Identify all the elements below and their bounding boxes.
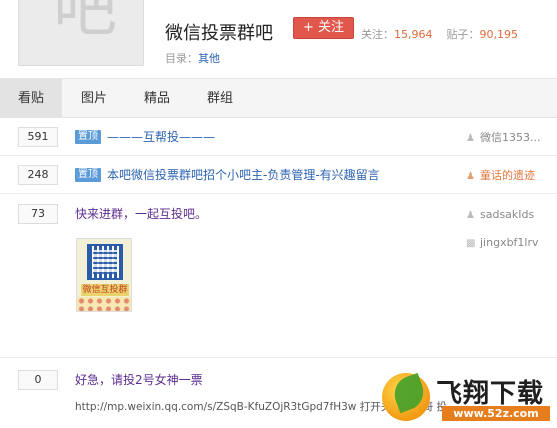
- author-name: 童话的遗迹: [480, 169, 535, 182]
- last-reply-name: jingxbf1lrv: [480, 236, 539, 249]
- pinned-badge: 置顶: [75, 167, 101, 182]
- followers-label: 关注：: [361, 28, 394, 41]
- thread-author[interactable]: ♟ sadsakIds: [466, 208, 534, 221]
- follow-button-label: + 关注: [302, 20, 345, 35]
- user-icon: ♟: [466, 210, 475, 221]
- qr-image-decoration: [77, 297, 131, 311]
- tab-featured[interactable]: 精品: [126, 79, 188, 118]
- posts-count: 90,195: [479, 28, 519, 41]
- forum-directory: 目录：其他: [165, 50, 220, 66]
- thread-title-link[interactable]: 好急，请投2号女神一票: [75, 373, 203, 387]
- posts-label: 贴子：: [446, 28, 480, 41]
- comment-icon: ▩: [466, 238, 476, 249]
- followers-count: 15,964: [394, 28, 433, 41]
- thread-title-link[interactable]: 本吧微信投票群吧招个小吧主-负责管理-有兴趣留言: [107, 168, 380, 182]
- tab-bar: 看贴 图片 精品 群组: [0, 78, 557, 118]
- thread-last-reply[interactable]: ▩ jingxbf1lrv: [466, 236, 539, 249]
- thread-row: 248 置顶 本吧微信投票群吧招个小吧主-负责管理-有兴趣留言 ♟ 童话的遗迹: [0, 156, 557, 194]
- thread-title-line: 快来进群，一起互投吧。: [75, 205, 207, 222]
- forum-header: 吧 微信投票群吧 + 关注 关注：15,964 贴子：90,195 目录：其他: [0, 0, 557, 78]
- user-icon: ♟: [466, 171, 475, 182]
- thread-author[interactable]: ♟ 微信1353...: [466, 129, 540, 145]
- avatar-glyph: 吧: [53, 0, 117, 46]
- watermark-url: www.52z.com: [442, 406, 550, 421]
- thread-title-line: 置顶 ———互帮投———: [75, 128, 215, 145]
- forum-stats: 关注：15,964 贴子：90,195: [361, 26, 518, 42]
- follow-button[interactable]: + 关注: [293, 17, 354, 39]
- thread-title-link[interactable]: ———互帮投———: [107, 130, 215, 144]
- user-icon: ♟: [466, 133, 475, 144]
- thread-image-qr[interactable]: 微信互投群: [76, 238, 132, 312]
- pinned-badge: 置顶: [75, 129, 101, 144]
- reply-count: 248: [18, 165, 58, 185]
- qr-code-graphic: [87, 244, 123, 280]
- tab-posts[interactable]: 看贴: [0, 79, 62, 118]
- tab-images[interactable]: 图片: [62, 79, 126, 118]
- qr-image-caption: 微信互投群: [81, 284, 129, 296]
- thread-title-line: 好急，请投2号女神一票: [75, 371, 203, 388]
- reply-count: 0: [18, 370, 58, 390]
- thread-row: 591 置顶 ———互帮投——— ♟ 微信1353...: [0, 118, 557, 156]
- reply-count: 73: [18, 204, 58, 224]
- thread-title-link[interactable]: 快来进群，一起互投吧。: [75, 207, 207, 221]
- forum-avatar[interactable]: 吧: [18, 0, 144, 66]
- forum-title[interactable]: 微信投票群吧: [165, 19, 273, 45]
- directory-link[interactable]: 其他: [198, 52, 220, 65]
- author-name: 微信1353...: [480, 131, 541, 144]
- directory-label: 目录：: [165, 52, 198, 65]
- tab-groups[interactable]: 群组: [188, 79, 252, 118]
- site-watermark: 飞翔下载 www.52z.com: [382, 371, 554, 426]
- thread-author[interactable]: ♟ 童话的遗迹: [466, 167, 535, 183]
- thread-title-line: 置顶 本吧微信投票群吧招个小吧主-负责管理-有兴趣留言: [75, 166, 380, 183]
- author-name: sadsakIds: [480, 208, 535, 221]
- reply-count: 591: [18, 127, 58, 147]
- watermark-brand: 飞翔下载: [436, 379, 545, 409]
